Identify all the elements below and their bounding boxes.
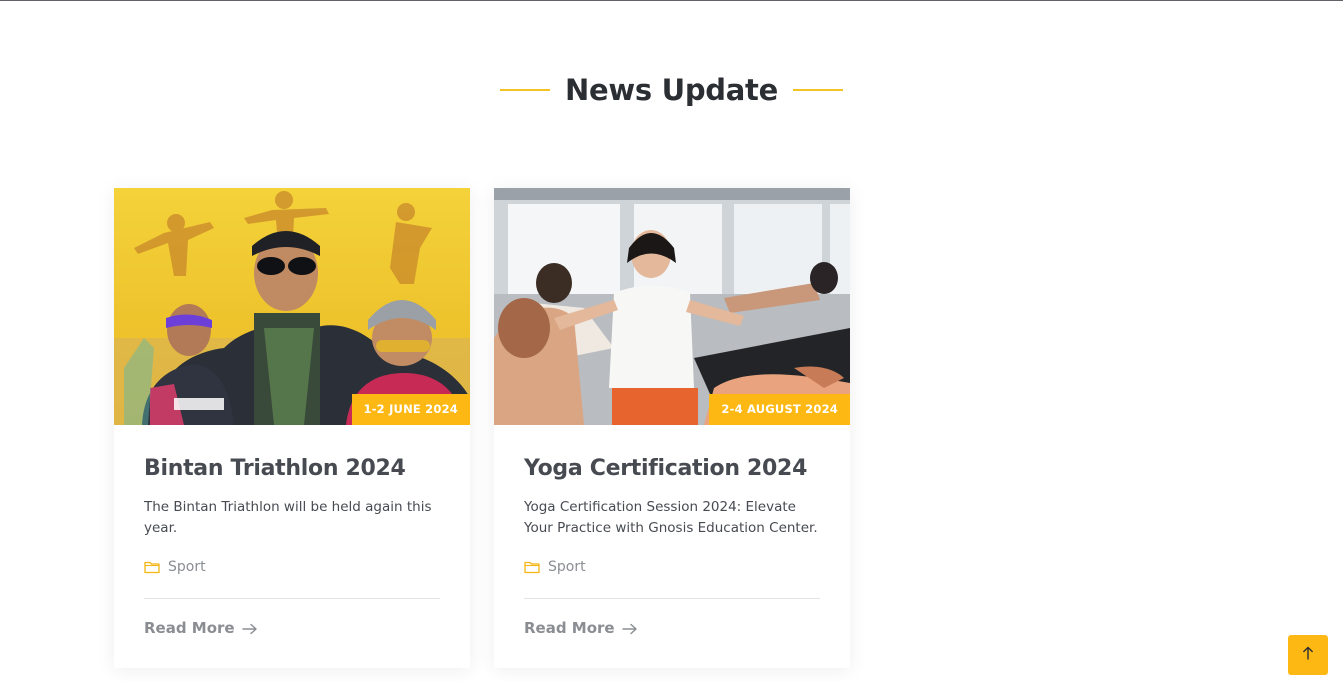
read-more-link[interactable]: Read More [144,617,440,639]
news-card: 1-2 JUNE 2024 Bintan Triathlon 2024 The … [114,188,470,668]
date-badge: 1-2 JUNE 2024 [351,394,470,425]
news-card-category[interactable]: Sport [524,557,820,577]
date-badge: 2-4 AUGUST 2024 [709,394,850,425]
folder-icon [144,560,160,574]
heading-line-right [792,89,843,91]
news-card-category[interactable]: Sport [144,557,440,577]
folder-icon [524,560,540,574]
news-card-title[interactable]: Bintan Triathlon 2024 [144,455,440,483]
card-divider [144,598,440,599]
read-more-link[interactable]: Read More [524,617,820,639]
news-card-excerpt: Yoga Certification Session 2024: Elevate… [524,499,818,536]
news-card-excerpt: The Bintan Triathlon will be held again … [144,499,432,536]
news-card: 2-4 AUGUST 2024 Yoga Certification 2024 … [494,188,850,668]
section-heading: News Update [0,70,1343,110]
category-label: Sport [168,559,206,575]
read-more-label: Read More [144,619,235,637]
top-divider [0,0,1343,1]
section-title: News Update [565,73,778,107]
news-card-body: Bintan Triathlon 2024 The Bintan Triathl… [114,425,470,639]
news-card-image[interactable]: 2-4 AUGUST 2024 [494,188,850,425]
triathlon-photo [114,188,470,425]
arrow-right-icon [241,622,258,635]
category-label: Sport [548,559,586,575]
read-more-label: Read More [524,619,615,637]
yoga-photo [494,188,850,425]
arrow-up-icon [1302,646,1314,665]
news-card-title[interactable]: Yoga Certification 2024 [524,455,820,483]
card-divider [524,598,820,599]
news-card-image[interactable]: 1-2 JUNE 2024 [114,188,470,425]
news-card-body: Yoga Certification 2024 Yoga Certificati… [494,425,850,639]
arrow-right-icon [621,622,638,635]
back-to-top-button[interactable] [1288,635,1328,675]
heading-line-left [500,89,551,91]
